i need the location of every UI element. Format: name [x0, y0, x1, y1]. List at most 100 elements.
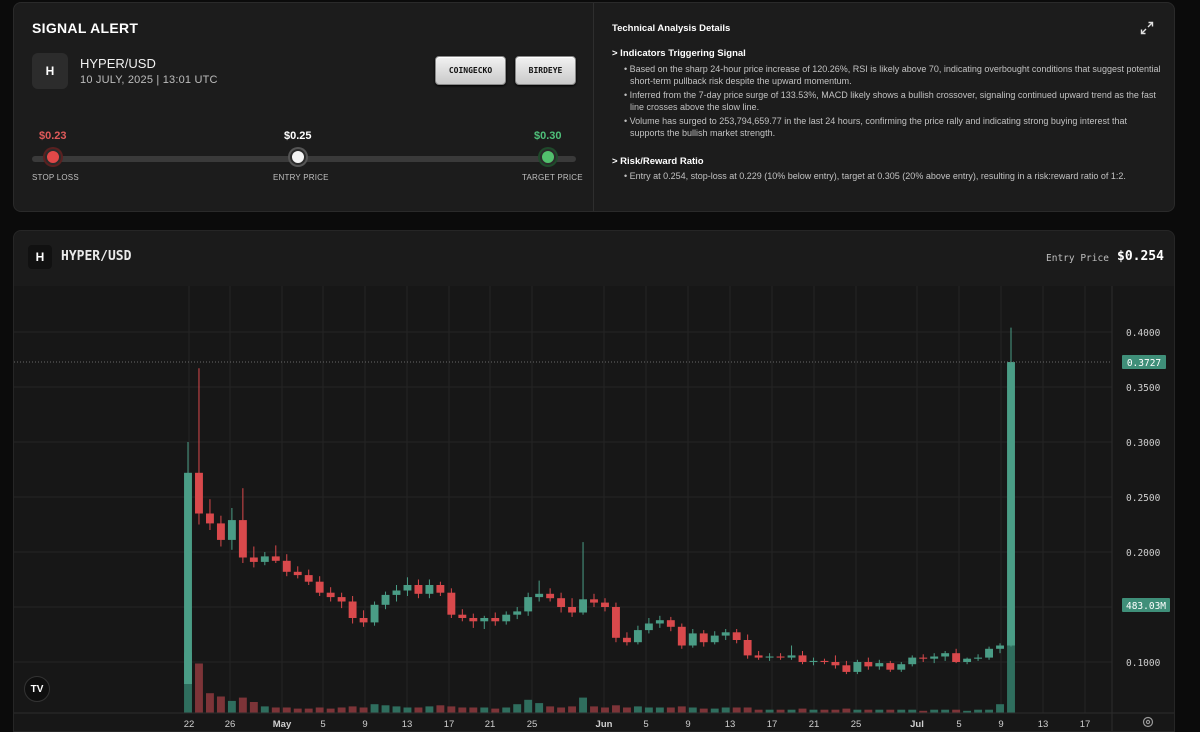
volume-bar — [732, 707, 741, 713]
last-price-label: 0.3727 — [1127, 358, 1161, 369]
candle-body — [414, 585, 423, 594]
candle-body — [326, 592, 335, 598]
candle-body — [260, 556, 269, 562]
target-price: $0.30 — [534, 130, 562, 142]
candle-body — [348, 601, 357, 618]
volume-bar — [370, 704, 379, 713]
candle-body — [568, 607, 577, 613]
indicators-list: • Based on the sharp 24-hour price incre… — [624, 64, 1162, 142]
volume-bar — [414, 707, 423, 713]
x-axis-tick-label: 17 — [1080, 719, 1091, 730]
volume-bar — [271, 707, 280, 713]
x-axis-tick-label: 17 — [444, 719, 455, 730]
candle-body — [337, 597, 346, 602]
page: SIGNAL ALERT H HYPER/USD 10 JULY, 2025 |… — [0, 0, 1200, 732]
candle-body — [546, 593, 555, 599]
x-axis-tick-label: 21 — [485, 719, 496, 730]
chart-canvas[interactable]: 0.4000 0.3500 0.3000 0.2500 0.2000 0.1000 22 26… — [14, 286, 1175, 732]
x-axis-tick-label: 21 — [809, 719, 820, 730]
y-axis-tick-label: 0.4000 — [1126, 328, 1161, 339]
candle-body — [820, 660, 829, 662]
volume-bar — [491, 708, 500, 713]
candle-body — [644, 623, 653, 631]
candle-body — [699, 633, 708, 643]
x-axis-tick-label: 13 — [402, 719, 413, 730]
candle-body — [601, 602, 609, 607]
candle-body — [359, 618, 368, 623]
volume-bar — [348, 706, 357, 713]
candle-body — [513, 611, 522, 615]
volume-bar — [655, 707, 664, 713]
risk-reward-bullet: • Entry at 0.254, stop-loss at 0.229 (10… — [624, 171, 1126, 181]
tradingview-logo-icon[interactable]: TV — [24, 676, 50, 702]
candle-body — [480, 618, 489, 622]
volume-bar — [699, 708, 708, 713]
indicator-bullet: • Volume has surged to 253,794,659.77 in… — [624, 116, 1127, 138]
technical-analysis-panel: Technical Analysis Details > Indicators … — [612, 3, 1172, 211]
candle-body — [776, 656, 785, 658]
volume-bar — [260, 706, 269, 713]
x-axis-tick-label: Jun — [596, 719, 613, 730]
x-axis-tick-label: 25 — [851, 719, 862, 730]
candle-body — [622, 637, 631, 643]
candle-body — [963, 658, 972, 662]
candle-body — [897, 664, 906, 670]
candle-body — [666, 620, 675, 627]
candle-body — [655, 620, 664, 624]
volume-bar — [216, 696, 225, 713]
candle-body — [370, 604, 379, 623]
candle-body — [985, 648, 994, 658]
volume-bar — [392, 706, 401, 713]
entry-price-marker — [290, 149, 306, 165]
volume-bar — [644, 707, 653, 713]
signal-summary-panel: SIGNAL ALERT H HYPER/USD 10 JULY, 2025 |… — [14, 3, 594, 211]
signal-timestamp: 10 JULY, 2025 | 13:01 UTC — [80, 74, 218, 86]
entry-price: $0.25 — [284, 130, 312, 142]
candle-body — [535, 593, 544, 598]
volume-bar — [546, 706, 555, 713]
chart-pair-name: HYPER/USD — [61, 249, 132, 264]
volume-bar — [996, 704, 1004, 713]
candle-body — [765, 656, 774, 658]
chart-entry-label: Entry Price — [1046, 253, 1109, 264]
volume-bar — [195, 663, 203, 713]
candle-body — [304, 575, 313, 582]
y-axis-tick-label: 0.2500 — [1126, 493, 1161, 504]
risk-reward-heading: > Risk/Reward Ratio — [612, 156, 704, 167]
candle-body — [743, 640, 752, 656]
volume-bar — [557, 707, 566, 713]
expand-icon[interactable] — [1140, 21, 1154, 35]
signal-alert-card: SIGNAL ALERT H HYPER/USD 10 JULY, 2025 |… — [13, 2, 1175, 212]
volume-bar — [524, 699, 533, 713]
x-axis-tick-label: 9 — [998, 719, 1003, 730]
candle-body — [732, 632, 741, 640]
candle-body — [282, 560, 291, 572]
indicators-heading: > Indicators Triggering Signal — [612, 48, 746, 59]
coingecko-button[interactable]: COINGECKO — [435, 56, 506, 85]
volume-bar — [326, 708, 335, 713]
target-price-marker — [540, 149, 556, 165]
x-axis-tick-label: 5 — [956, 719, 961, 730]
volume-bar — [579, 697, 587, 713]
candle-body — [930, 656, 939, 659]
candle-body — [491, 618, 500, 622]
x-axis-tick-label: 5 — [643, 719, 648, 730]
candle-body — [590, 599, 598, 603]
stop-loss-marker — [45, 149, 61, 165]
candle-body — [996, 645, 1004, 649]
birdeye-button[interactable]: BIRDEYE — [515, 56, 576, 85]
candle-body — [469, 618, 478, 622]
candle-body — [633, 630, 642, 643]
candlestick-chart[interactable]: 0.4000 0.3500 0.3000 0.2500 0.2000 0.1000 22 26… — [14, 286, 1175, 732]
indicator-bullet: • Based on the sharp 24-hour price incre… — [624, 64, 1161, 86]
stop-loss-price: $0.23 — [39, 130, 67, 142]
y-axis-tick-label: 0.2000 — [1126, 548, 1161, 559]
candle-body — [809, 660, 818, 662]
candle-body — [919, 657, 928, 659]
candle-body — [447, 592, 456, 615]
candle-body — [458, 614, 467, 618]
volume-bar — [513, 704, 522, 713]
pair-avatar: H — [32, 53, 68, 89]
settings-gear-icon[interactable] — [1142, 716, 1154, 728]
volume-bar — [436, 705, 445, 713]
